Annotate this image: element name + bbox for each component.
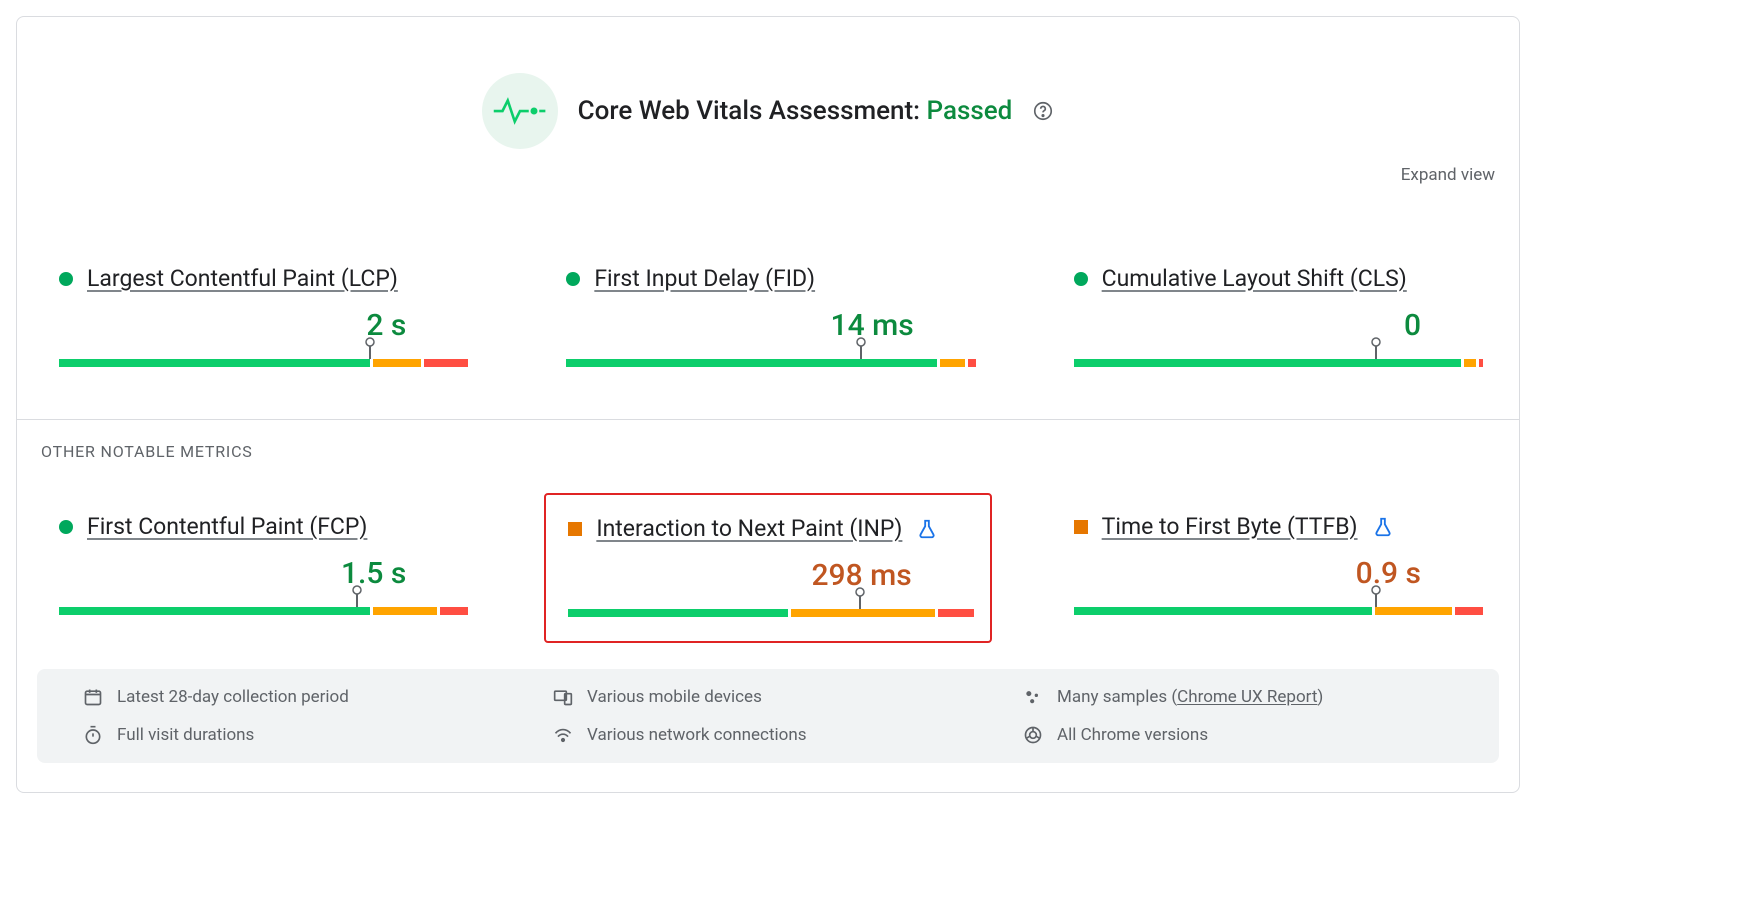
- assessment-status: Passed: [927, 96, 1013, 126]
- vitals-pulse-icon: [482, 73, 558, 149]
- metric-inp: Interaction to Next Paint (INP) 298 ms: [544, 493, 991, 643]
- metric-fcp-bar: [59, 593, 462, 615]
- metric-cls: Cumulative Layout Shift (CLS) 0: [1052, 245, 1499, 391]
- metric-fid-value: 14 ms: [566, 308, 969, 343]
- metric-fid-marker-icon: [855, 337, 867, 359]
- core-metrics-row: Largest Contentful Paint (LCP) 2 s: [37, 245, 1499, 391]
- metric-lcp-name[interactable]: Largest Contentful Paint (LCP): [87, 265, 398, 292]
- timer-icon: [83, 725, 103, 745]
- status-dot-good-icon: [566, 272, 580, 286]
- footer-devices: Various mobile devices: [553, 687, 983, 707]
- footer-versions: All Chrome versions: [1023, 725, 1453, 745]
- metric-ttfb: Time to First Byte (TTFB) 0.9 s: [1052, 493, 1499, 643]
- metric-ttfb-bar: [1074, 593, 1477, 615]
- metric-cls-marker-icon: [1370, 337, 1382, 359]
- metric-ttfb-name[interactable]: Time to First Byte (TTFB): [1102, 513, 1358, 540]
- help-icon[interactable]: [1032, 100, 1054, 122]
- assessment-title: Core Web Vitals Assessment: Passed: [578, 96, 1013, 126]
- divider: [17, 419, 1519, 420]
- status-square-avg-icon: [568, 522, 582, 536]
- other-metrics-row: First Contentful Paint (FCP) 1.5 s: [37, 493, 1499, 643]
- samples-icon: [1023, 687, 1043, 707]
- metric-inp-name[interactable]: Interaction to Next Paint (INP): [596, 515, 902, 542]
- metric-lcp: Largest Contentful Paint (LCP) 2 s: [37, 245, 484, 391]
- metric-inp-marker-icon: [854, 587, 866, 609]
- metric-lcp-bar: [59, 345, 462, 367]
- footer-durations: Full visit durations: [83, 725, 513, 745]
- calendar-icon: [83, 687, 103, 707]
- metric-cls-value: 0: [1074, 308, 1477, 343]
- metric-fid-name[interactable]: First Input Delay (FID): [594, 265, 815, 292]
- chrome-icon: [1023, 725, 1043, 745]
- metric-fcp: First Contentful Paint (FCP) 1.5 s: [37, 493, 484, 643]
- metric-ttfb-marker-icon: [1370, 585, 1382, 607]
- footer-info: Latest 28-day collection period Various …: [37, 669, 1499, 763]
- assessment-header: Core Web Vitals Assessment: Passed: [37, 73, 1499, 149]
- metric-lcp-value: 2 s: [59, 308, 462, 343]
- metric-cls-bar: [1074, 345, 1477, 367]
- metric-cls-name[interactable]: Cumulative Layout Shift (CLS): [1102, 265, 1407, 292]
- devices-icon: [553, 687, 573, 707]
- metric-fid-bar: [566, 345, 969, 367]
- experimental-flask-icon[interactable]: [1372, 516, 1394, 538]
- status-dot-good-icon: [1074, 272, 1088, 286]
- assessment-title-text: Core Web Vitals Assessment:: [578, 96, 927, 126]
- crux-report-link[interactable]: Chrome UX Report: [1177, 687, 1317, 707]
- other-metrics-label: OTHER NOTABLE METRICS: [41, 442, 1499, 461]
- footer-samples: Many samples (Chrome UX Report): [1023, 687, 1453, 707]
- core-web-vitals-card: Core Web Vitals Assessment: Passed Expan…: [16, 16, 1520, 793]
- status-dot-good-icon: [59, 520, 73, 534]
- experimental-flask-icon[interactable]: [916, 518, 938, 540]
- metric-fid: First Input Delay (FID) 14 ms: [544, 245, 991, 391]
- status-square-avg-icon: [1074, 520, 1088, 534]
- metric-inp-value: 298 ms: [568, 558, 967, 593]
- metric-inp-bar: [568, 595, 967, 617]
- footer-network: Various network connections: [553, 725, 983, 745]
- footer-period: Latest 28-day collection period: [83, 687, 513, 707]
- metric-ttfb-value: 0.9 s: [1074, 556, 1477, 591]
- metric-fcp-marker-icon: [351, 585, 363, 607]
- network-icon: [553, 725, 573, 745]
- metric-lcp-marker-icon: [364, 337, 376, 359]
- expand-view-link[interactable]: Expand view: [1401, 165, 1495, 185]
- metric-fcp-name[interactable]: First Contentful Paint (FCP): [87, 513, 367, 540]
- status-dot-good-icon: [59, 272, 73, 286]
- metric-fcp-value: 1.5 s: [59, 556, 462, 591]
